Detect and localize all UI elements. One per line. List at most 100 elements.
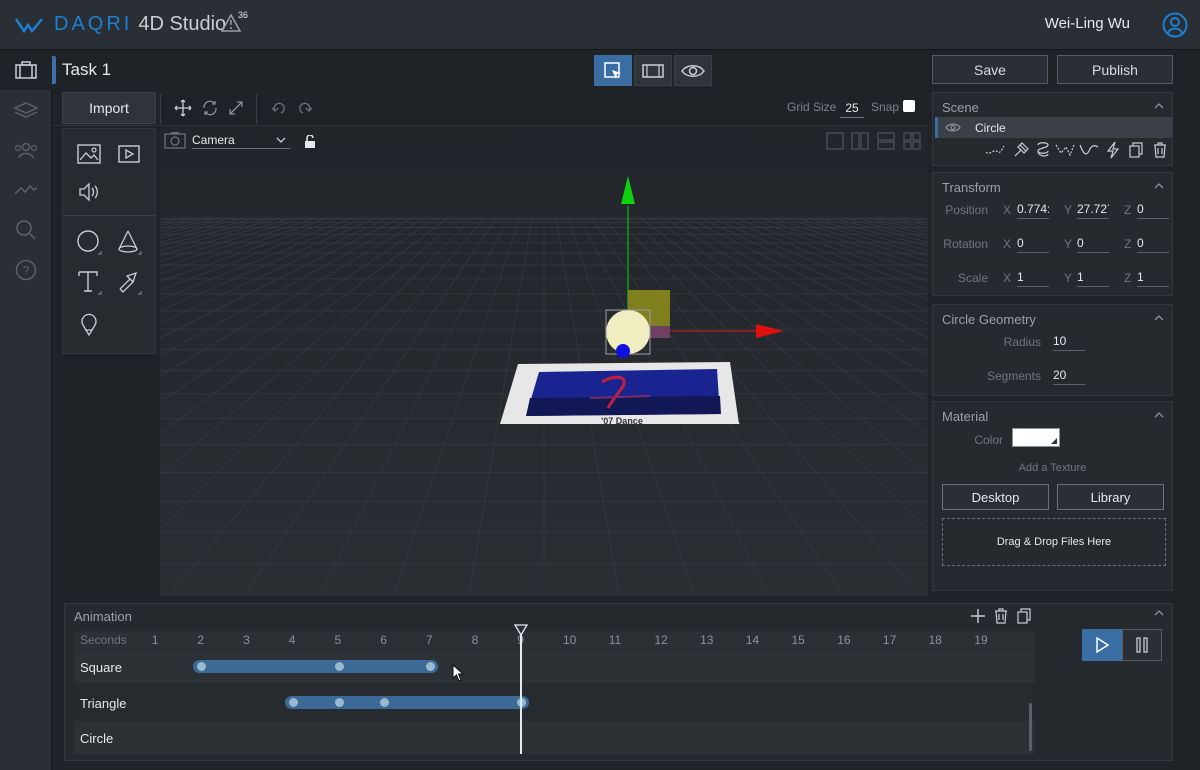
ruler-tick: 5 (334, 633, 342, 647)
position-x-input[interactable]: 0.774: (1017, 201, 1049, 219)
nav-help-icon[interactable]: ? (0, 250, 52, 290)
3d-viewport[interactable]: '07 Dance (160, 126, 928, 596)
circle-shape-icon[interactable] (72, 225, 106, 259)
preview-mode-button[interactable] (674, 55, 712, 86)
duplicate-icon[interactable] (1126, 140, 1146, 160)
mouse-cursor-icon (452, 664, 466, 682)
keyframe[interactable] (334, 698, 344, 707)
trash-icon[interactable] (994, 608, 1008, 624)
nav-search-icon[interactable] (0, 210, 52, 250)
scale-y-input[interactable]: 1 (1077, 269, 1109, 287)
grid-size-input[interactable]: 25 (840, 96, 864, 118)
keyframe[interactable] (425, 662, 435, 671)
position-y-input[interactable]: 27.72´ (1077, 201, 1109, 219)
import-button[interactable]: Import (62, 92, 156, 124)
transform-title: Transform (942, 180, 1001, 195)
playhead-handle-icon[interactable] (514, 624, 529, 636)
spring-icon[interactable] (1033, 140, 1053, 160)
curve-path-icon[interactable] (1079, 140, 1099, 160)
position-z-input[interactable]: 0 (1137, 201, 1169, 219)
rotation-z-input[interactable]: 0 (1137, 235, 1169, 253)
keyframe[interactable] (334, 662, 344, 671)
geometry-panel: Circle Geometry Radius 10 Segments 20 (932, 304, 1173, 396)
radius-input[interactable]: 10 (1053, 333, 1085, 351)
move-tool-icon[interactable] (172, 97, 194, 119)
camera-icon[interactable] (164, 131, 186, 149)
chevron-up-icon[interactable] (1154, 182, 1164, 189)
redo-icon[interactable] (294, 97, 316, 119)
scene-item-circle[interactable]: Circle (935, 117, 1172, 138)
trash-icon[interactable] (1150, 140, 1170, 160)
snap-checkbox[interactable] (903, 100, 915, 112)
rotation-x-input[interactable]: 0 (1017, 235, 1049, 253)
track-clip[interactable] (193, 660, 438, 673)
bounce-path-icon[interactable] (1055, 140, 1075, 160)
user-avatar-icon[interactable] (1162, 12, 1188, 38)
library-button[interactable]: Library (1057, 484, 1164, 510)
film-mode-button[interactable] (634, 55, 672, 86)
ruler-tick: 11 (608, 633, 622, 647)
nav-users-icon[interactable] (0, 130, 52, 170)
nav-layers-icon[interactable] (0, 90, 52, 130)
scale-x-input[interactable]: 1 (1017, 269, 1049, 287)
ruler-tick: 3 (243, 633, 250, 647)
chevron-up-icon[interactable] (1154, 314, 1164, 321)
chevron-up-icon[interactable] (1154, 411, 1164, 418)
arrow-shape-icon[interactable] (112, 265, 146, 299)
brand-logo[interactable]: DAQRI 4D Studio (14, 13, 226, 36)
duplicate-icon[interactable] (1017, 608, 1031, 624)
ruler-tick: 12 (654, 633, 668, 647)
lightning-icon[interactable] (1103, 140, 1123, 160)
camera-select-value: Camera (192, 133, 235, 147)
toolbar-divider (160, 94, 161, 124)
desktop-button[interactable]: Desktop (942, 484, 1049, 510)
scale-z-input[interactable]: 1 (1137, 269, 1169, 287)
color-swatch[interactable] (1012, 428, 1060, 447)
publish-button[interactable]: Publish (1057, 55, 1173, 84)
nav-tasks-icon[interactable] (0, 50, 52, 90)
link-icon[interactable] (1011, 140, 1031, 160)
unlock-icon[interactable] (304, 135, 316, 149)
pause-button[interactable] (1122, 629, 1162, 661)
timeline-scrollbar[interactable] (1029, 703, 1032, 751)
eye-icon (681, 64, 705, 77)
rotation-y-input[interactable]: 0 (1077, 235, 1109, 253)
user-name[interactable]: Wei-Ling Wu (1045, 15, 1130, 32)
save-button[interactable]: Save (932, 55, 1048, 84)
path-icon[interactable] (985, 140, 1005, 160)
rotate-tool-icon[interactable] (199, 97, 221, 119)
eye-icon[interactable] (945, 122, 961, 133)
segments-input[interactable]: 20 (1053, 367, 1085, 385)
add-track-icon[interactable] (970, 608, 986, 624)
chevron-up-icon[interactable] (1154, 102, 1164, 109)
camera-select[interactable]: Camera (192, 133, 290, 149)
ruler-tick: 18 (928, 633, 942, 647)
track-row-triangle[interactable]: Triangle (74, 686, 1035, 719)
axis-z-label: Z (1124, 271, 1132, 285)
play-button[interactable] (1082, 629, 1122, 661)
warning-count-badge: 36 (238, 10, 249, 20)
single-view-icon[interactable] (826, 132, 846, 150)
track-clip[interactable] (284, 696, 530, 709)
hotspot-pin-icon[interactable] (72, 307, 106, 341)
quad-view-icon[interactable] (903, 132, 923, 150)
drop-zone[interactable]: Drag & Drop Files Here (942, 518, 1166, 566)
undo-icon[interactable] (268, 97, 290, 119)
video-asset-icon[interactable] (112, 137, 146, 171)
chevron-up-icon[interactable] (1154, 609, 1164, 616)
split-vertical-view-icon[interactable] (851, 132, 871, 150)
cone-shape-icon[interactable] (112, 225, 146, 259)
nav-analytics-icon[interactable] (0, 170, 52, 210)
text-tool-icon[interactable] (72, 265, 106, 299)
select-mode-button[interactable] (594, 55, 632, 86)
scale-tool-icon[interactable] (225, 97, 247, 119)
keyframe[interactable] (288, 698, 298, 707)
audio-asset-icon[interactable] (72, 175, 106, 209)
track-row-circle[interactable]: Circle (74, 721, 1035, 754)
chevron-down-icon (276, 137, 286, 143)
axis-z-label: Z (1124, 203, 1132, 217)
image-asset-icon[interactable] (72, 137, 106, 171)
task-title[interactable]: Task 1 (62, 60, 111, 80)
playhead[interactable] (520, 632, 523, 754)
split-horizontal-view-icon[interactable] (877, 132, 897, 150)
